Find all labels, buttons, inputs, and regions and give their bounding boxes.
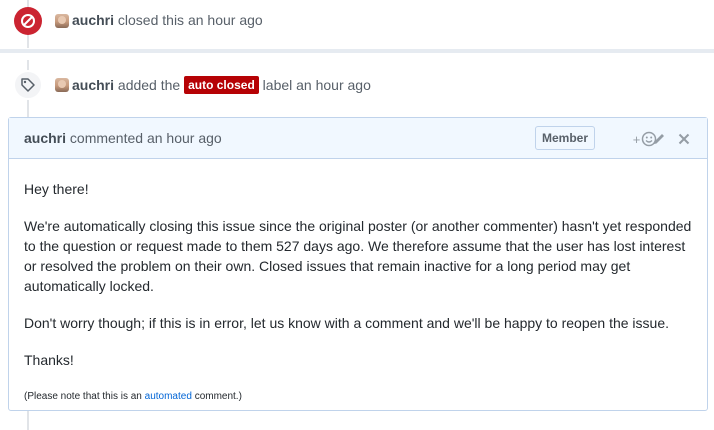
- circle-slash-icon: [21, 14, 35, 28]
- closed-event-description: closed this an hour ago: [117, 12, 263, 28]
- automated-link[interactable]: automated: [145, 391, 192, 402]
- automation-note: (Please note that this is an automated c…: [24, 390, 692, 404]
- comment-header: auchri commented an hour ago Member +: [9, 118, 707, 159]
- label-event-after: label an hour ago: [262, 77, 371, 93]
- tag-icon: [21, 78, 35, 92]
- label-event-before: added the: [117, 77, 181, 93]
- event-author-link[interactable]: auchri: [72, 77, 114, 93]
- comment-paragraph: Hey there!: [24, 181, 89, 197]
- closed-event-text: auchri closed this an hour ago: [72, 12, 263, 28]
- comment-meta: auchri commented an hour ago: [24, 130, 222, 146]
- note-before: (Please note that this is an: [24, 391, 142, 402]
- pencil-icon: [654, 134, 664, 144]
- delete-comment-button[interactable]: [675, 130, 693, 148]
- comment-paragraph: Thanks!: [24, 352, 74, 368]
- event-author-link[interactable]: auchri: [72, 12, 114, 28]
- comment-author-link[interactable]: auchri: [24, 130, 66, 146]
- closed-badge: [14, 7, 42, 35]
- auto-closed-label[interactable]: auto closed: [184, 76, 259, 94]
- avatar[interactable]: [55, 78, 69, 92]
- comment-body: Hey there! We're automatically closing t…: [9, 159, 707, 418]
- edit-comment-button[interactable]: [650, 130, 668, 148]
- timeline-divider: [0, 49, 714, 53]
- comment-paragraph: We're automatically closing this issue s…: [24, 218, 692, 294]
- plus-icon: +: [632, 131, 641, 147]
- tag-badge: [13, 70, 43, 100]
- comment-paragraph: Don't worry though; if this is in error,…: [24, 315, 670, 331]
- note-after: comment.): [194, 391, 242, 402]
- comment-box: auchri commented an hour ago Member + He…: [8, 117, 708, 411]
- comment-timestamp[interactable]: commented an hour ago: [70, 130, 222, 146]
- label-event-text: auchri added the auto closed label an ho…: [72, 76, 371, 94]
- close-icon: [678, 133, 690, 145]
- avatar[interactable]: [55, 14, 69, 28]
- member-badge: Member: [534, 126, 595, 150]
